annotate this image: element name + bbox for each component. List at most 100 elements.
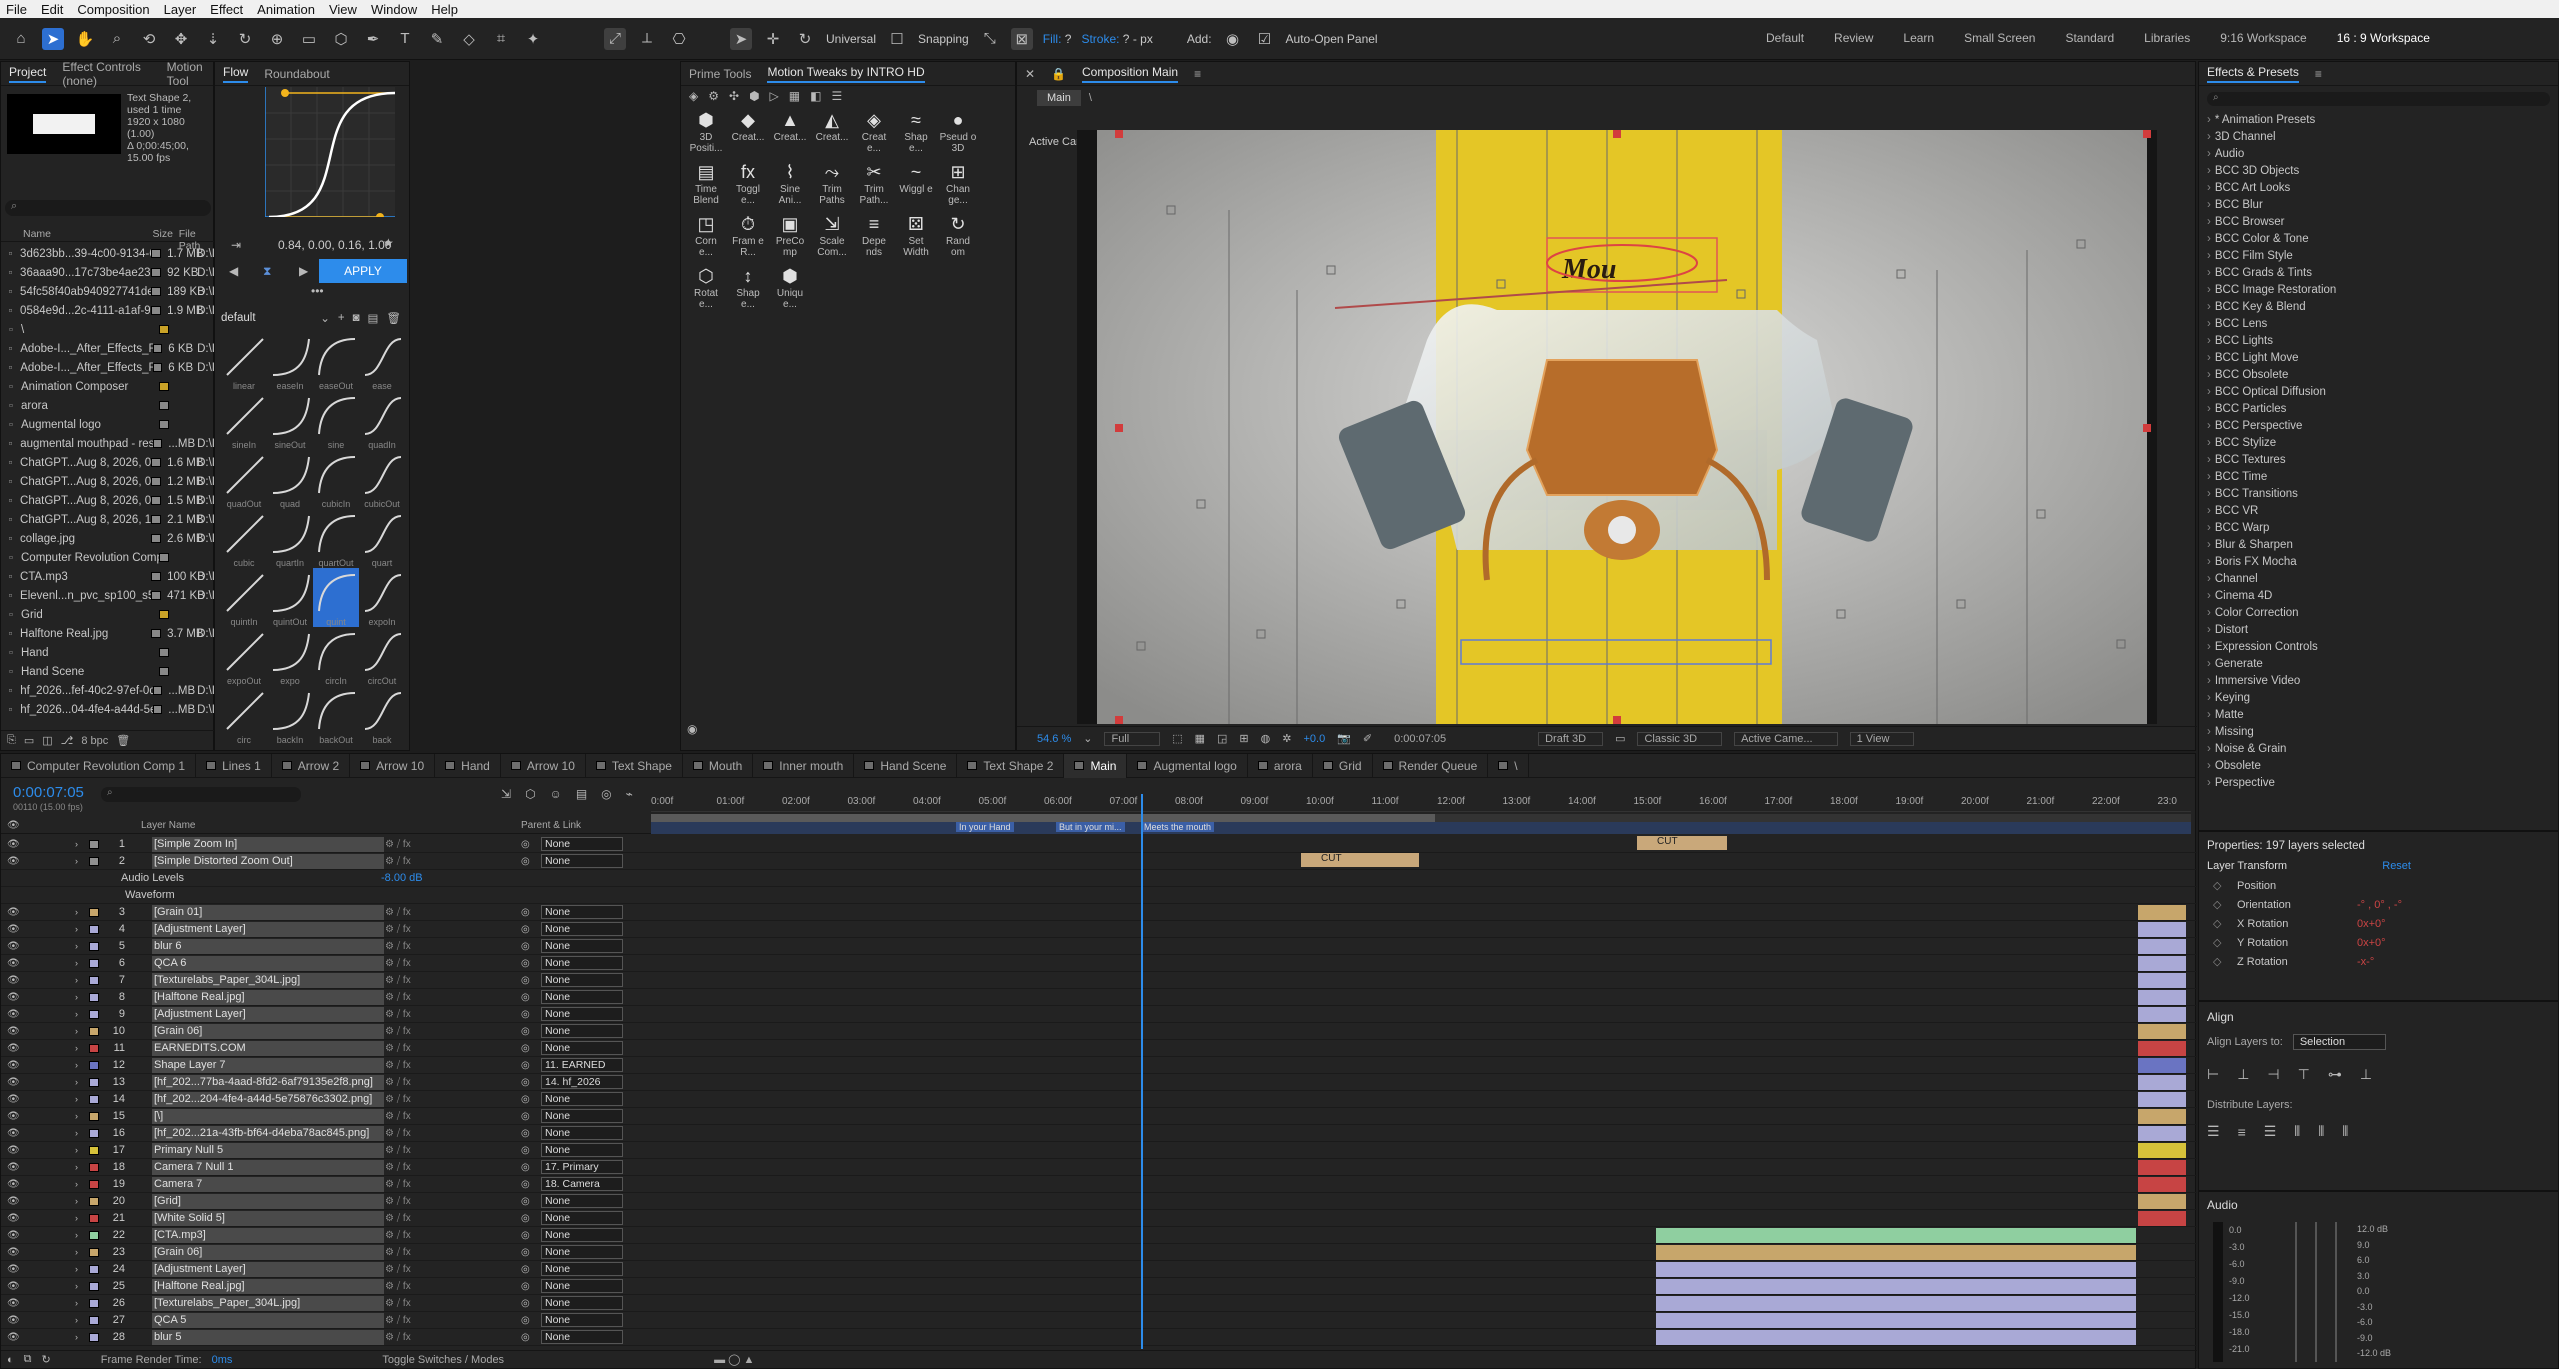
label-swatch[interactable] [89, 1094, 99, 1104]
label-swatch[interactable] [89, 924, 99, 934]
tab-timeline[interactable]: Arrow 10 [501, 753, 586, 778]
label-swatch[interactable] [159, 553, 169, 562]
panel-menu-icon[interactable]: ≡ [1194, 67, 1201, 81]
add-icon[interactable]: ◉ [1222, 28, 1244, 50]
list-icon[interactable]: ☰ [831, 89, 842, 103]
layer-switches[interactable]: ⚙ ⧸ fx [385, 1332, 411, 1343]
guides-icon[interactable]: ⊞ [1239, 732, 1248, 745]
parent-dropdown[interactable]: None [541, 1143, 623, 1157]
play-icon[interactable]: ▷ [770, 89, 779, 103]
label-swatch[interactable] [159, 610, 169, 619]
expand-chevron-icon[interactable]: › [75, 907, 78, 917]
eye-icon[interactable]: 👁 [7, 975, 20, 986]
timeline-layer-row[interactable]: 👁 › 5 blur 6 ⚙ ⧸ fx ◎ None [1, 938, 2197, 955]
motion-button[interactable]: ◈ Creat e... [855, 110, 893, 154]
frame-blend-icon[interactable]: ▤ [576, 787, 587, 801]
pickwhip-icon[interactable]: ◎ [521, 1145, 530, 1156]
layer-switches[interactable]: ⚙ ⧸ fx [385, 1128, 411, 1139]
project-item[interactable]: ▫ Augmental logo [1, 415, 215, 434]
keyframe-icon[interactable]: ◇ [2213, 898, 2237, 911]
add-preset-icon[interactable]: + [338, 312, 345, 324]
eye-icon[interactable]: 👁 [7, 941, 20, 952]
label-swatch[interactable] [89, 1128, 99, 1138]
checkbox-icon[interactable]: ☑ [1254, 28, 1276, 50]
hand-tool-icon[interactable]: ✋ [74, 28, 96, 50]
tab-flow-1[interactable]: Roundabout [264, 67, 329, 81]
label-swatch[interactable] [89, 907, 99, 917]
project-item[interactable]: ▫ Animation Composer [1, 377, 215, 396]
cut-clip[interactable]: CUT [1301, 853, 1419, 867]
layer-switches[interactable]: ⚙ ⧸ fx [385, 958, 411, 969]
eye-icon[interactable]: 👁 [7, 1196, 20, 1207]
3d-ground-icon[interactable]: ▭ [1615, 732, 1625, 745]
expand-chevron-icon[interactable]: › [75, 992, 78, 1002]
tab-timeline[interactable]: Render Queue [1373, 753, 1489, 778]
workspace-tab[interactable]: 16 : 9 Workspace [2337, 31, 2430, 45]
parent-dropdown[interactable]: None [541, 973, 623, 987]
home-icon[interactable]: ⌂ [10, 28, 32, 50]
motion-button[interactable]: fx Toggl e... [729, 162, 767, 206]
layer-name[interactable]: [Grid] [152, 1193, 384, 1209]
curve-preset-quintOut[interactable]: quintOut [267, 568, 313, 627]
eye-icon[interactable]: 👁 [7, 1077, 20, 1088]
load-preset-icon[interactable]: ▤ [368, 311, 379, 325]
composition-viewport[interactable]: Mou [1077, 130, 2157, 724]
dolly-camera-icon[interactable]: ⇣ [202, 28, 224, 50]
effect-category[interactable]: Cinema 4D [2199, 588, 2558, 605]
distribute-top-icon[interactable]: ☰ [2207, 1123, 2220, 1140]
tab-motion-0[interactable]: Prime Tools [689, 67, 751, 81]
effect-category[interactable]: * Animation Presets [2199, 112, 2558, 129]
distribute-bottom-icon[interactable]: ☰ [2264, 1123, 2277, 1140]
layer-switches[interactable]: ⚙ ⧸ fx [385, 1179, 411, 1190]
layer-name[interactable]: QCA 6 [152, 955, 384, 971]
curve-preset-cubicIn[interactable]: cubicIn [313, 450, 359, 509]
curve-preset-circIn[interactable]: circIn [313, 627, 359, 686]
expand-chevron-icon[interactable]: › [75, 1009, 78, 1019]
project-item[interactable]: ▫ hf_2026...fef-40c2-97ef-0d39d5018461.pn… [1, 681, 215, 700]
timeline-layer-row[interactable]: 👁 › 17 Primary Null 5 ⚙ ⧸ fx ◎ None [1, 1142, 2197, 1159]
layer-switches[interactable]: ⚙ ⧸ fx [385, 1026, 411, 1037]
snap-align-icon[interactable]: ⤢ [604, 27, 626, 50]
eye-icon[interactable]: 👁 [7, 1213, 20, 1224]
rectangle-tool-icon[interactable]: ▭ [298, 28, 320, 50]
gear-icon[interactable]: ⚙ [708, 89, 719, 103]
flowchart-icon[interactable]: ⎇ [61, 734, 74, 747]
cut-clip[interactable]: CUT [1637, 836, 1727, 850]
eye-icon[interactable]: 👁 [7, 839, 20, 850]
save-preset-icon[interactable]: ◙ [353, 312, 360, 324]
timeline-layer-row[interactable]: 👁 › 6 QCA 6 ⚙ ⧸ fx ◎ None [1, 955, 2197, 972]
motion-button[interactable]: ◳ Corn e... [687, 214, 725, 258]
layer-duration-bar[interactable] [1656, 1245, 2136, 1260]
time-icon[interactable]: ↻ [42, 1353, 51, 1366]
layer-duration-bar[interactable] [1656, 1296, 2136, 1311]
parent-dropdown[interactable]: 17. Primary [541, 1160, 623, 1174]
exposure-value[interactable]: +0.0 [1303, 733, 1325, 745]
motion-button[interactable]: ▤ Time Blend [687, 162, 725, 206]
property-value[interactable]: 0x+0° [2357, 918, 2386, 930]
comp-marker-icon[interactable]: ⇲ [501, 787, 511, 801]
parent-dropdown[interactable]: None [541, 1245, 623, 1259]
keyframe-icon[interactable]: ◇ [2213, 917, 2237, 930]
layer-name[interactable]: QCA 5 [152, 1312, 384, 1328]
layer-name[interactable]: [Simple Zoom In] [152, 836, 384, 852]
layer-duration-bar[interactable] [2138, 1109, 2186, 1124]
effect-category[interactable]: Keying [2199, 690, 2558, 707]
pickwhip-icon[interactable]: ◎ [521, 907, 530, 918]
effect-category[interactable]: BCC Perspective [2199, 418, 2558, 435]
project-item[interactable]: ▫ arora [1, 396, 215, 415]
universal-label[interactable]: Universal [826, 32, 876, 46]
timeline-layer-row[interactable]: 👁 › 2 [Simple Distorted Zoom Out] ⚙ ⧸ fx ◎ Non… [1, 853, 2197, 870]
label-swatch[interactable] [152, 439, 163, 448]
col-path[interactable]: File Path [179, 228, 215, 252]
effect-category[interactable]: Expression Controls [2199, 639, 2558, 656]
comp-marker[interactable]: Meets the mouth [1141, 822, 1215, 832]
curve-preset-expoOut[interactable]: expoOut [221, 627, 267, 686]
layer-name[interactable]: [Texturelabs_Paper_304L.jpg] [152, 972, 384, 988]
layer-duration-bar[interactable] [2138, 922, 2186, 937]
expand-chevron-icon[interactable]: › [75, 1145, 78, 1155]
layer-name[interactable]: [Adjustment Layer] [152, 1261, 384, 1277]
project-item[interactable]: ▫ Hand Scene [1, 662, 215, 681]
label-swatch[interactable] [89, 1009, 99, 1019]
timeline-layer-row[interactable]: 👁 › 19 Camera 7 ⚙ ⧸ fx ◎ 18. Camera [1, 1176, 2197, 1193]
expand-chevron-icon[interactable]: › [75, 1281, 78, 1291]
